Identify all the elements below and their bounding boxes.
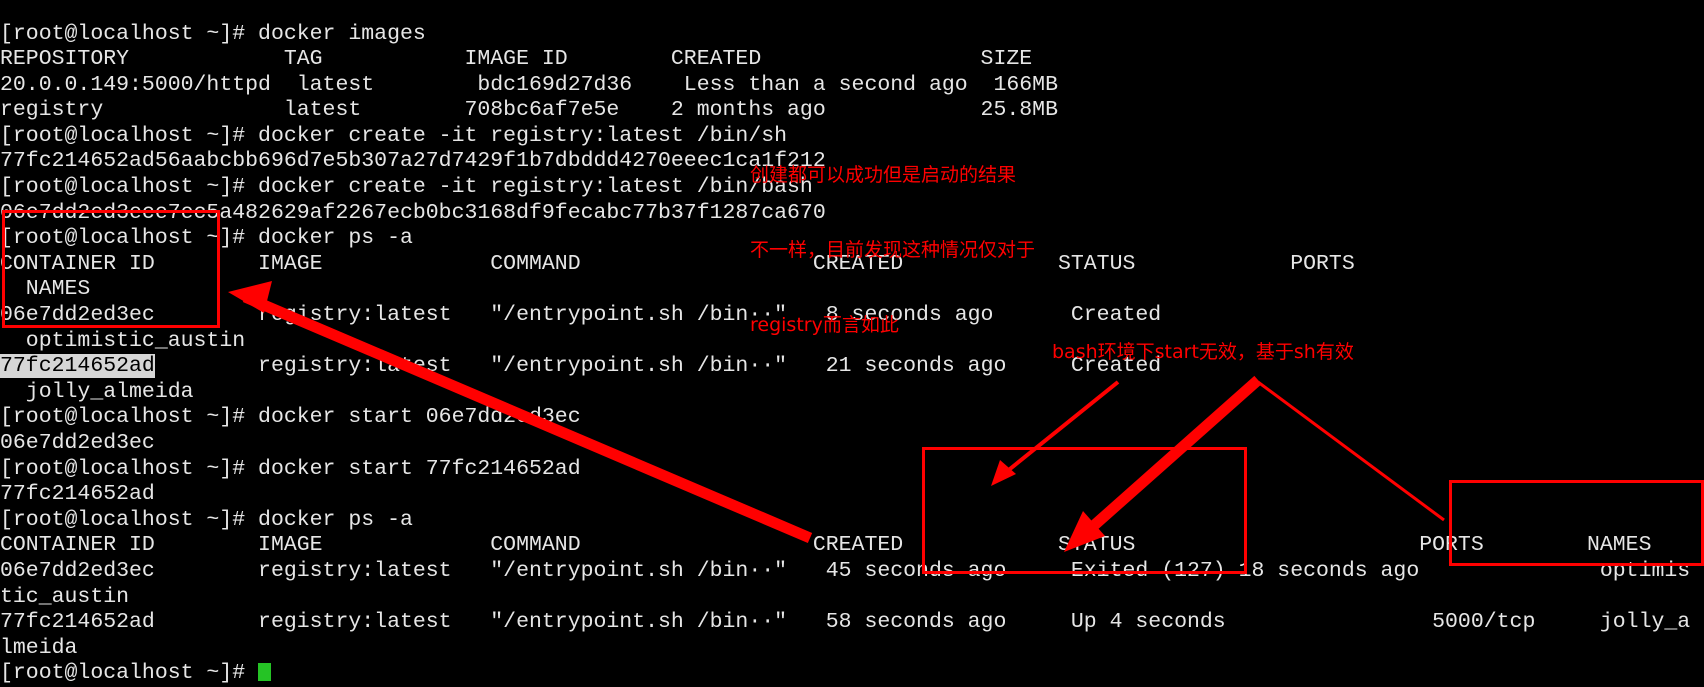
terminal-line: REPOSITORY TAG IMAGE ID CREATED SIZE [0, 47, 1033, 72]
terminal-output[interactable]: [root@localhost ~]# docker images REPOSIT… [0, 21, 1704, 685]
terminal-line: [root@localhost ~]# docker start 77fc214… [0, 456, 581, 481]
terminal-line: CONTAINER ID IMAGE COMMAND CREATED STATU… [0, 251, 1355, 276]
terminal-line: 06e7dd2ed3ec registry:latest "/entrypoin… [0, 303, 1162, 328]
terminal-line: jolly_almeida [0, 379, 194, 404]
terminal-line: 77fc214652ad [0, 482, 155, 507]
terminal-line: CONTAINER ID IMAGE COMMAND CREATED STATU… [0, 533, 1652, 558]
terminal-line: 77fc214652ad registry:latest "/entrypoin… [0, 354, 1162, 379]
terminal-line: 20.0.0.149:5000/httpd latest bdc169d27d3… [0, 72, 1058, 97]
terminal-line: 06e7dd2ed3ec registry:latest "/entrypoin… [0, 558, 1691, 583]
terminal-line: [root@localhost ~]# docker start 06e7dd2… [0, 405, 581, 430]
terminal-line: registry latest 708bc6af7e5e 2 months ag… [0, 98, 1058, 123]
terminal-line: lmeida [0, 635, 78, 660]
terminal-line: 06e7dd2ed3ece7ec5a482629af2267ecb0bc3168… [0, 200, 826, 225]
terminal-line: 77fc214652ad56aabcbb696d7e5b307a27d7429f… [0, 149, 826, 174]
terminal-line: 06e7dd2ed3ec [0, 431, 155, 455]
terminal-line: [root@localhost ~]# docker create -it re… [0, 175, 813, 200]
terminal-line: tic_austin [0, 584, 130, 609]
selected-container-id[interactable]: 77fc214652ad [0, 354, 155, 379]
terminal-line: 77fc214652ad registry:latest "/entrypoin… [0, 610, 1691, 635]
cursor-block [258, 663, 272, 682]
terminal-line: [root@localhost ~]# docker images [0, 21, 426, 46]
terminal-line: [root@localhost ~]# docker create -it re… [0, 123, 788, 148]
terminal-line: [root@localhost ~]# docker ps -a [0, 226, 413, 251]
terminal-prompt-line[interactable]: [root@localhost ~]# [0, 661, 1704, 687]
terminal-line: NAMES [0, 277, 91, 302]
terminal-line: [root@localhost ~]# docker ps -a [0, 507, 413, 532]
terminal-line: optimistic_austin [0, 328, 246, 353]
